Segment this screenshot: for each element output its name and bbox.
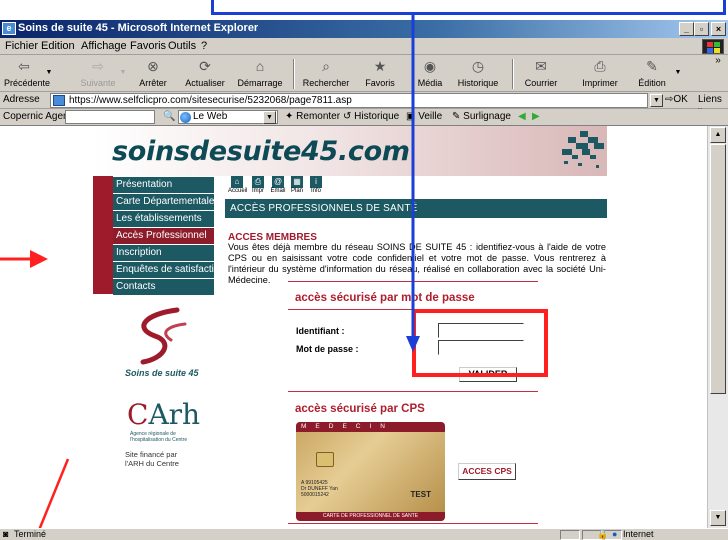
annotation-arrows bbox=[0, 15, 420, 540]
blue-arrow-head bbox=[406, 336, 420, 352]
security-zone: Internet bbox=[623, 529, 654, 539]
globe-zone-icon: ● bbox=[612, 529, 618, 539]
lock-icon: 🔒 bbox=[597, 529, 609, 539]
red-arrow-head bbox=[30, 250, 48, 268]
status-bar: ◙ Terminé 🔒 ● Internet bbox=[0, 528, 728, 540]
page-status-icon: ◙ bbox=[3, 529, 9, 539]
status-text: Terminé bbox=[14, 529, 47, 539]
status-cell bbox=[560, 530, 580, 540]
